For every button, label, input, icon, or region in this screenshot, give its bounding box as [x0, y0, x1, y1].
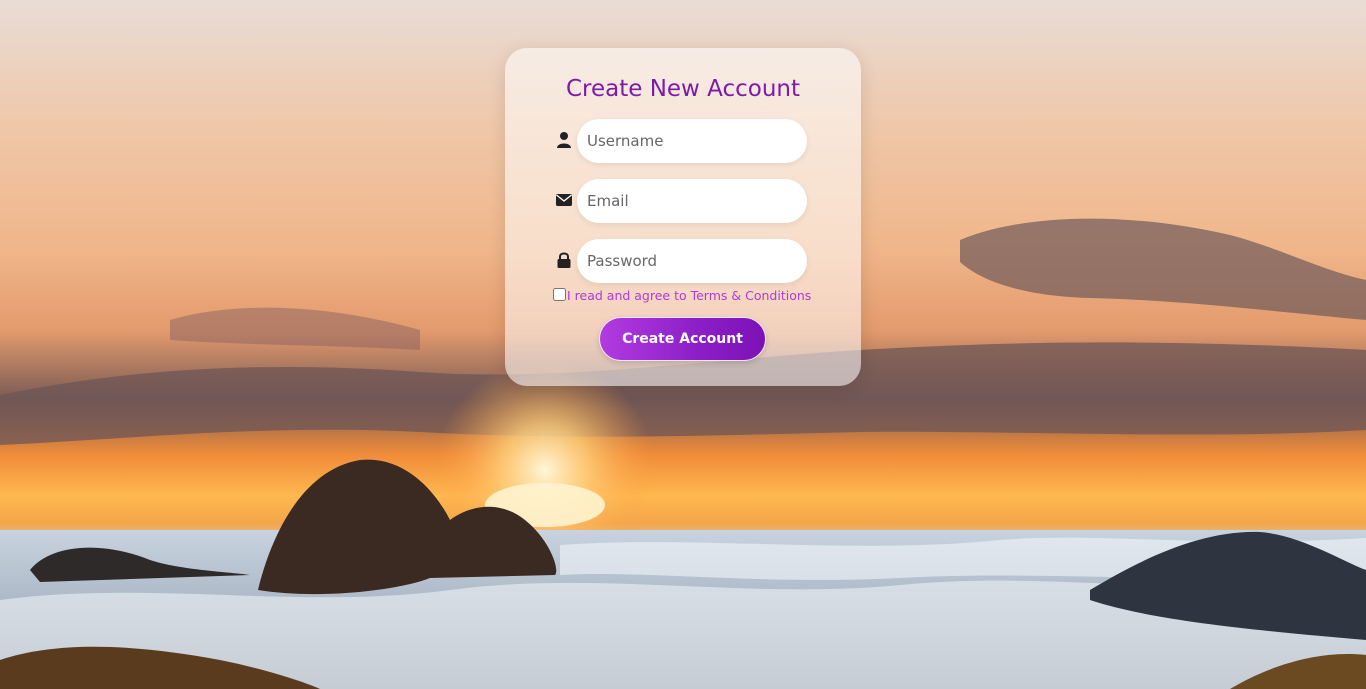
- password-row: [555, 239, 815, 283]
- envelope-icon: [555, 191, 573, 209]
- form-title: Create New Account: [565, 76, 801, 102]
- lock-icon: [555, 251, 573, 269]
- email-input[interactable]: [577, 179, 807, 223]
- signup-card: Create New Account I read: [505, 48, 861, 386]
- terms-label[interactable]: I read and agree to Terms & Conditions: [567, 288, 811, 303]
- password-input[interactable]: [577, 239, 807, 283]
- username-input[interactable]: [577, 119, 807, 163]
- user-icon: [555, 131, 573, 149]
- terms-row: I read and agree to Terms & Conditions: [553, 288, 853, 304]
- email-row: [555, 179, 815, 223]
- terms-checkbox[interactable]: [553, 288, 566, 301]
- username-row: [555, 119, 815, 163]
- create-account-button[interactable]: Create Account: [599, 317, 766, 361]
